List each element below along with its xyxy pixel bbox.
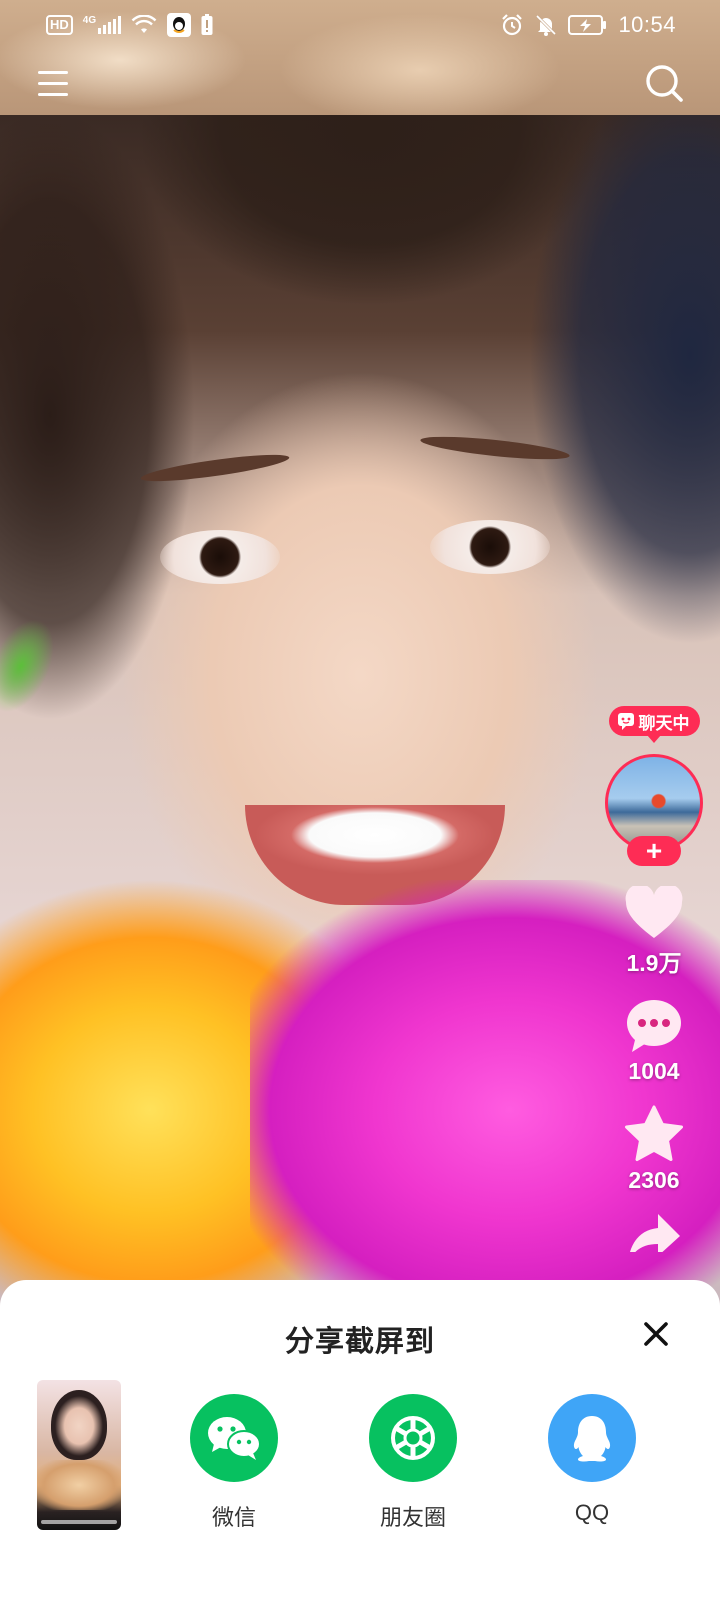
video-eye-right (430, 520, 550, 574)
status-bar: HD 4G 10:54 (0, 0, 720, 50)
search-icon[interactable] (644, 63, 684, 103)
screenshot-thumbnail[interactable] (37, 1380, 121, 1530)
battery-charging-icon (568, 14, 608, 36)
share-arrow-icon (626, 1212, 682, 1252)
follow-button[interactable]: + (627, 836, 681, 866)
wifi-icon (131, 15, 157, 35)
thumbnail-caption-bar (41, 1520, 117, 1524)
right-action-rail: 聊天中 + 1.9万 1004 2306 (604, 706, 704, 1252)
star-icon (624, 1105, 684, 1163)
chat-status-badge[interactable]: 聊天中 (608, 706, 700, 743)
qq-notification-icon (167, 13, 192, 37)
top-nav (0, 55, 720, 111)
hd-badge: HD (46, 15, 73, 35)
comment-icon (625, 998, 683, 1054)
thumbnail-fur (37, 1460, 121, 1510)
menu-icon[interactable] (36, 68, 70, 98)
qq-icon (548, 1394, 636, 1482)
like-action[interactable]: 1.9万 (624, 884, 684, 978)
favorite-count: 2306 (628, 1167, 680, 1193)
share-target-qq[interactable]: QQ (532, 1394, 652, 1526)
status-time: 10:54 (618, 12, 676, 37)
video-eye-left (160, 530, 280, 584)
share-target-label: QQ (574, 1500, 610, 1525)
battery-alert-icon (201, 14, 213, 36)
share-action[interactable] (626, 1212, 682, 1252)
chat-status-label: 聊天中 (638, 713, 690, 733)
video-bangs (120, 115, 620, 335)
comment-count: 1004 (628, 1058, 680, 1084)
network-type: 4G (82, 15, 97, 26)
share-target-moments[interactable]: 朋友圈 (353, 1394, 473, 1532)
chat-bubble-icon (617, 712, 635, 730)
share-target-wechat[interactable]: 微信 (174, 1394, 294, 1532)
sheet-title: 分享截屏到 (284, 1326, 435, 1358)
share-target-label: 朋友圈 (379, 1505, 446, 1530)
share-screenshot-sheet: 分享截屏到 微信 朋友圈 QQ (0, 1280, 720, 1600)
status-left: HD 4G (46, 13, 213, 37)
wechat-icon (190, 1394, 278, 1482)
comment-action[interactable]: 1004 (625, 998, 683, 1085)
moments-icon (369, 1394, 457, 1482)
close-icon[interactable] (640, 1318, 672, 1350)
follow-plus-label: + (645, 835, 663, 866)
status-right: 10:54 (500, 12, 676, 38)
mute-icon (534, 13, 558, 37)
thumbnail-face (51, 1390, 107, 1460)
favorite-action[interactable]: 2306 (624, 1105, 684, 1194)
cellular-signal-icon: 4G (82, 15, 122, 34)
like-count: 1.9万 (626, 950, 682, 976)
creator-avatar-wrap: + (605, 754, 703, 866)
share-target-label: 微信 (211, 1505, 256, 1530)
alarm-icon (500, 13, 524, 37)
heart-icon (624, 884, 684, 940)
